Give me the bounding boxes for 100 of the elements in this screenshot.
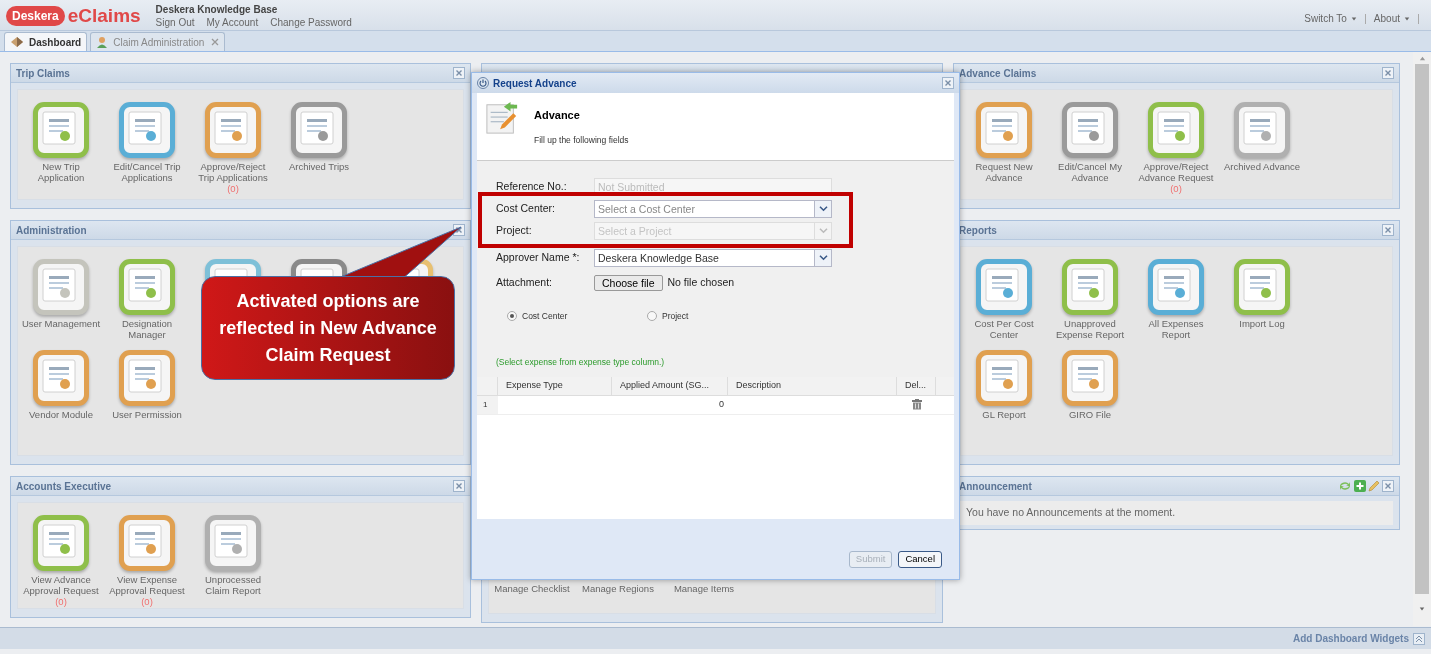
radio-button[interactable] [507,311,517,322]
app-icon[interactable] [1062,350,1118,406]
header-menu[interactable]: About [1373,11,1410,26]
dialog-button[interactable]: Cancel [898,551,942,568]
pencil-icon[interactable] [1368,480,1380,492]
tile-label[interactable]: All Expenses Report [1133,318,1219,340]
app-icon[interactable] [205,515,261,571]
app-icon[interactable] [33,515,89,571]
file-status: No file chosen [667,274,735,290]
column-header[interactable]: Expense Type [498,376,612,395]
app-icon[interactable] [1148,102,1204,158]
radio-label: Project [662,310,689,323]
radio-label: Cost Center [522,310,568,323]
dialog-heading: Advance [534,108,581,123]
app-icon[interactable] [976,350,1032,406]
tile-label[interactable]: New Trip Application [18,161,104,183]
choose-file-button[interactable]: Choose file [594,274,663,291]
app-icon[interactable] [33,102,89,158]
tile-label[interactable]: GIRO File [1066,409,1114,420]
add-icon[interactable] [1354,480,1366,492]
user-icon [96,36,109,48]
field-label: Attachment: [496,274,554,290]
panel-title: Reports [959,223,997,238]
tile-label[interactable]: Designation Manager [104,318,190,340]
caret-icon [1404,15,1410,22]
dialog-title: Request Advance [493,76,577,91]
table-cell-text: 0 [718,397,725,411]
column-header[interactable]: Applied Amount (SG... [612,376,728,395]
combo-box[interactable]: Select a Cost Center [594,199,815,218]
logo-text: Deskera [6,6,65,26]
scroll-down-icon[interactable] [1419,606,1425,612]
scroll-up-icon[interactable] [1418,55,1426,62]
panel-title: Trip Claims [16,66,70,81]
panel-title: Advance Claims [959,66,1037,81]
app-icon[interactable] [119,350,175,406]
add-widgets-link[interactable]: Add Dashboard Widgets [1292,631,1409,646]
panel-title: Accounts Executive [16,479,112,494]
tile-label[interactable]: GL Report [980,409,1028,420]
app-icon[interactable] [33,259,89,315]
column-header[interactable]: Description [728,376,897,395]
app-icon[interactable] [1234,102,1290,158]
tile-label[interactable]: Manage Checklist [492,583,572,594]
scrollbar[interactable] [1413,52,1431,626]
tile-label[interactable]: Vendor Module [27,409,95,420]
tab[interactable]: Dashboard [4,32,88,51]
header-link[interactable]: Change Password [270,16,352,29]
app-icon[interactable] [119,102,175,158]
tile-label[interactable]: Approve/Reject Advance Request (0) [1133,161,1219,194]
tile-label[interactable]: View Advance Approval Request (0) [18,574,104,607]
app-icon[interactable] [33,350,89,406]
tile-label[interactable]: User Permission [110,409,184,420]
field-label: Cost Center: [496,200,556,216]
app-icon[interactable] [119,259,175,315]
dropdown-button[interactable] [815,248,832,267]
tile-label[interactable]: Manage Items [671,583,737,594]
tile-label[interactable]: Manage Regions [580,583,656,594]
scroll-thumb[interactable] [1415,64,1429,594]
app-icon[interactable] [1062,259,1118,315]
tile-label[interactable]: Edit/Cancel Trip Applications [104,161,190,183]
panel-title: Administration [16,223,87,238]
tile-label[interactable]: View Expense Approval Request (0) [104,574,190,607]
tile-label[interactable]: Cost Per Cost Center [961,318,1047,340]
dropdown-button[interactable] [815,199,832,218]
radio-button[interactable] [647,311,657,322]
dialog-subheading: Fill up the following fields [534,133,629,147]
tile-label[interactable]: Unapproved Expense Report [1047,318,1133,340]
tile-label[interactable]: Archived Advance [1221,161,1302,172]
header-link[interactable]: My Account [206,16,259,29]
app-icon[interactable] [976,259,1032,315]
callout-tooltip: Activated options are reflected in New Advance Claim Request [201,276,455,380]
panel-title: Announcement [959,479,1032,494]
company-name: Deskera Knowledge Base [155,3,279,16]
app-icon[interactable] [1148,259,1204,315]
combo-box[interactable]: Deskera Knowledge Base [594,248,815,267]
app-icon[interactable] [119,515,175,571]
refresh-icon[interactable] [1338,480,1352,492]
tab[interactable]: Claim Administration [90,32,226,51]
column-header[interactable]: Del... [897,376,936,395]
trash-icon[interactable] [911,399,922,410]
tile-label[interactable]: Archived Trips [286,161,352,172]
chevron-icon [818,205,828,212]
chevron-icon [818,227,828,234]
app-icon[interactable] [976,102,1032,158]
app-icon[interactable] [1234,259,1290,315]
app-icon[interactable] [291,102,347,158]
header-link[interactable]: Sign Out [155,16,195,29]
header-menu[interactable]: Switch To [1304,11,1357,26]
field-label: Project: [496,222,533,238]
tile-label[interactable]: Unprocessed Claim Report [190,574,276,596]
tile-label[interactable]: Edit/Cancel My Advance [1047,161,1133,183]
tile-label[interactable]: Approve/Reject Trip Applications (0) [190,161,276,194]
app-icon[interactable] [205,102,261,158]
tile-label[interactable]: Import Log [1237,318,1287,329]
tile-label[interactable]: Request New Advance [961,161,1047,183]
caret-icon [1350,15,1357,22]
announcement-text: You have no Announcements at the moment. [960,501,1393,525]
tile-label[interactable]: User Management [19,318,103,329]
field-label: Approver Name *: [496,249,581,265]
app-icon[interactable] [1062,102,1118,158]
collapse-up-icon[interactable] [1413,632,1425,645]
